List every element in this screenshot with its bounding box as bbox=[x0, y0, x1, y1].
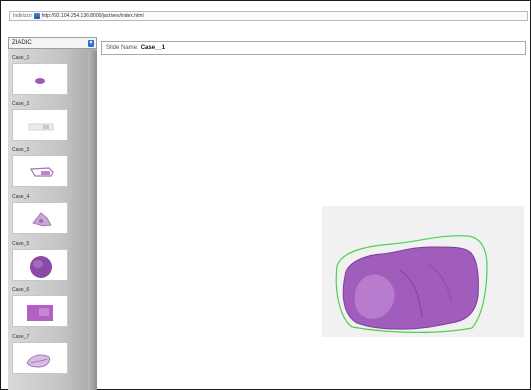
case-sidebar: ZIADIC ▼ Case_1 Case_2 Case_3 Case_4 Cas… bbox=[8, 37, 97, 390]
case-label: Case_2 bbox=[12, 101, 30, 107]
case-item-1[interactable]: Case_1 bbox=[12, 55, 86, 95]
case-dropdown[interactable]: ZIADIC ▼ bbox=[8, 37, 97, 49]
chevron-down-icon[interactable]: ▼ bbox=[88, 39, 94, 47]
case-item-5[interactable]: Case_5 bbox=[12, 241, 86, 281]
case-thumbnail[interactable] bbox=[12, 155, 68, 187]
case-thumbnail[interactable] bbox=[12, 109, 68, 141]
case-item-4[interactable]: Case_4 bbox=[12, 194, 86, 234]
case-label: Case_3 bbox=[12, 147, 30, 153]
slide-name-label: Slide Name: bbox=[106, 45, 139, 51]
case-dropdown-value: ZIADIC bbox=[12, 40, 32, 46]
sidebar-scrollbar[interactable] bbox=[88, 51, 97, 390]
app-window: Indirizzo http://92.104.254.136:8000/jac… bbox=[0, 0, 531, 390]
case-item-3[interactable]: Case_3 bbox=[12, 147, 86, 187]
case-label: Case_5 bbox=[12, 241, 30, 247]
case-label: Case_1 bbox=[12, 55, 30, 61]
page-icon bbox=[33, 13, 40, 19]
slide-name-bar: Slide Name: Case__1 bbox=[101, 41, 526, 55]
case-label: Case_6 bbox=[12, 287, 30, 293]
case-label: Case_4 bbox=[12, 194, 30, 200]
case-thumbnail[interactable] bbox=[12, 249, 68, 281]
address-label: Indirizzo bbox=[13, 13, 32, 19]
case-item-6[interactable]: Case_6 bbox=[12, 287, 86, 327]
address-bar[interactable]: Indirizzo http://92.104.254.136:8000/jac… bbox=[9, 11, 528, 21]
case-thumbnail[interactable] bbox=[12, 202, 68, 234]
case-thumbnail[interactable] bbox=[12, 295, 68, 327]
slide-viewer[interactable] bbox=[322, 206, 524, 337]
case-item-2[interactable]: Case_2 bbox=[12, 101, 86, 141]
case-label: Case_7 bbox=[12, 334, 30, 340]
case-item-7[interactable]: Case_7 bbox=[12, 334, 86, 374]
case-thumbnail[interactable] bbox=[12, 63, 68, 95]
slide-name-value: Case__1 bbox=[140, 45, 166, 51]
case-thumbnail[interactable] bbox=[12, 342, 68, 374]
address-url[interactable]: http://92.104.254.136:8000/jactivex/inde… bbox=[42, 13, 144, 19]
